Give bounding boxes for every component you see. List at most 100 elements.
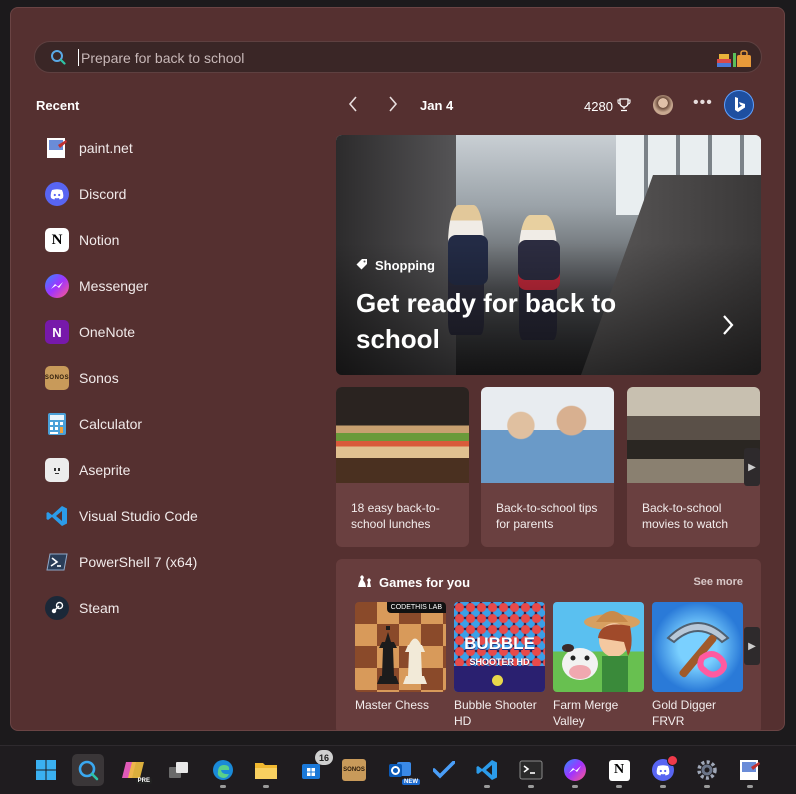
recent-app-discord[interactable]: Discord	[45, 181, 305, 207]
notification-badge: 16	[315, 750, 333, 765]
games-icon	[356, 574, 372, 591]
game-bubble-shooter[interactable]: BUBBLE SHOOTER HD Bubble Shooter HD	[454, 602, 545, 729]
sonos-taskbar-icon[interactable]: SONOS	[338, 754, 370, 786]
bubble-title-art: BUBBLE SHOOTER HD	[464, 634, 535, 667]
task-view-icon[interactable]	[163, 754, 195, 786]
windows-start-icon[interactable]	[30, 754, 62, 786]
sonos-icon: SONOS	[45, 366, 69, 390]
running-indicator	[263, 785, 269, 788]
hero-card[interactable]: Shopping Get ready for back to school	[336, 135, 761, 375]
todo-icon[interactable]	[428, 754, 460, 786]
cards-next-button[interactable]: ▶	[744, 448, 760, 486]
date-label: Jan 4	[420, 98, 454, 113]
see-more-link[interactable]: See more	[693, 576, 743, 588]
discord-icon	[45, 182, 69, 206]
game-farm-merge-valley[interactable]: Farm Merge Valley	[553, 602, 644, 729]
news-card-lunches[interactable]: 18 easy back-to-school lunches	[336, 387, 469, 547]
back-arrow-icon[interactable]	[347, 94, 359, 119]
hero-category: Shopping	[356, 258, 435, 273]
tag-icon	[356, 258, 368, 273]
pre-badge: PRE	[135, 778, 152, 784]
app-label: Steam	[79, 600, 120, 616]
recent-app-vscode[interactable]: Visual Studio Code	[45, 503, 305, 529]
app-label: Visual Studio Code	[79, 508, 198, 524]
app-label: Discord	[79, 186, 127, 202]
running-indicator	[572, 785, 578, 788]
recent-app-onenote[interactable]: N OneNote	[45, 319, 305, 345]
chevron-right-icon[interactable]	[721, 313, 735, 344]
card-label: Back-to-school tips for parents	[496, 501, 598, 531]
new-badge: NEW	[402, 779, 420, 785]
file-explorer-icon[interactable]	[250, 754, 282, 788]
movie-still-image	[627, 387, 760, 483]
card-label: Back-to-school movies to watch	[642, 501, 729, 531]
card-label: 18 easy back-to-school lunches	[351, 501, 440, 531]
search-input[interactable]	[79, 47, 683, 69]
hero-headline: Get ready for back to school	[356, 288, 617, 354]
school-supplies-icon	[715, 47, 753, 74]
app-label: OneNote	[79, 324, 136, 340]
recent-app-steam[interactable]: Steam	[45, 595, 305, 621]
bing-chat-icon[interactable]	[724, 90, 754, 120]
powershell-icon	[45, 550, 69, 574]
games-next-button[interactable]: ▶	[744, 627, 760, 665]
more-options-icon[interactable]: •••	[693, 94, 713, 112]
recent-app-notion[interactable]: N Notion	[45, 227, 305, 253]
recent-app-sonos[interactable]: SONOS Sonos	[45, 365, 305, 391]
messenger-icon	[45, 274, 69, 298]
recent-app-messenger[interactable]: Messenger	[45, 273, 305, 299]
forward-arrow-icon[interactable]	[387, 94, 399, 119]
vscode-icon	[45, 504, 69, 528]
notion-taskbar-icon[interactable]: N	[603, 754, 635, 788]
rewards-points[interactable]: 4280	[584, 98, 631, 115]
copilot-pre-icon[interactable]: PRE	[118, 754, 152, 786]
running-indicator	[704, 785, 710, 788]
edge-icon[interactable]	[207, 754, 239, 788]
paintnet-taskbar-icon[interactable]	[734, 754, 766, 788]
store-icon[interactable]: 16	[295, 750, 333, 786]
recent-app-paintnet[interactable]: paint.net	[45, 135, 305, 161]
game-gold-digger[interactable]: Gold Digger FRVR	[652, 602, 743, 729]
news-card-movies[interactable]: Back-to-school movies to watch	[627, 387, 760, 547]
game-label: Bubble Shooter HD	[454, 698, 537, 728]
vscode-taskbar-icon[interactable]	[471, 754, 503, 788]
recent-app-calculator[interactable]: Calculator	[45, 411, 305, 437]
outlook-new-icon[interactable]: NEW	[384, 754, 420, 786]
user-avatar[interactable]	[653, 95, 673, 115]
sandwich-image	[336, 387, 469, 483]
trophy-icon	[617, 98, 631, 115]
recent-app-powershell[interactable]: PowerShell 7 (x64)	[45, 549, 305, 575]
search-bar[interactable]	[34, 41, 762, 73]
news-card-tips[interactable]: Back-to-school tips for parents	[481, 387, 614, 547]
onenote-icon: N	[45, 320, 69, 344]
game-label: Farm Merge Valley	[553, 698, 619, 728]
codethislab-badge: CODETHIS LAB	[386, 602, 446, 613]
messenger-taskbar-icon[interactable]	[559, 754, 591, 788]
bubble-shooter-image: BUBBLE SHOOTER HD	[454, 602, 545, 692]
game-label: Gold Digger FRVR	[652, 698, 717, 728]
bubble-ball	[492, 675, 503, 686]
farmer-cow-icon	[562, 611, 640, 692]
recent-title: Recent	[36, 98, 80, 113]
running-indicator	[220, 785, 226, 788]
app-label: paint.net	[79, 140, 133, 156]
app-label: PowerShell 7 (x64)	[79, 554, 198, 570]
pickaxe-icon	[666, 622, 730, 678]
game-master-chess[interactable]: CODETHIS LAB Master Chess	[355, 602, 446, 713]
recent-app-aseprite[interactable]: Aseprite	[45, 457, 305, 483]
running-indicator	[616, 785, 622, 788]
app-label: Messenger	[79, 278, 149, 294]
farm-merge-image	[553, 602, 644, 692]
app-label: Notion	[79, 232, 120, 248]
app-label: Sonos	[79, 370, 119, 386]
sonos-logo: SONOS	[342, 759, 366, 781]
taskbar-search-icon[interactable]	[72, 754, 104, 786]
terminal-icon[interactable]	[515, 754, 547, 788]
settings-icon[interactable]	[691, 754, 723, 788]
discord-taskbar-icon[interactable]	[647, 754, 679, 788]
app-label: Aseprite	[79, 462, 131, 478]
steam-icon	[45, 596, 69, 620]
app-label: Calculator	[79, 416, 143, 432]
search-icon	[50, 49, 66, 70]
running-indicator	[747, 785, 753, 788]
